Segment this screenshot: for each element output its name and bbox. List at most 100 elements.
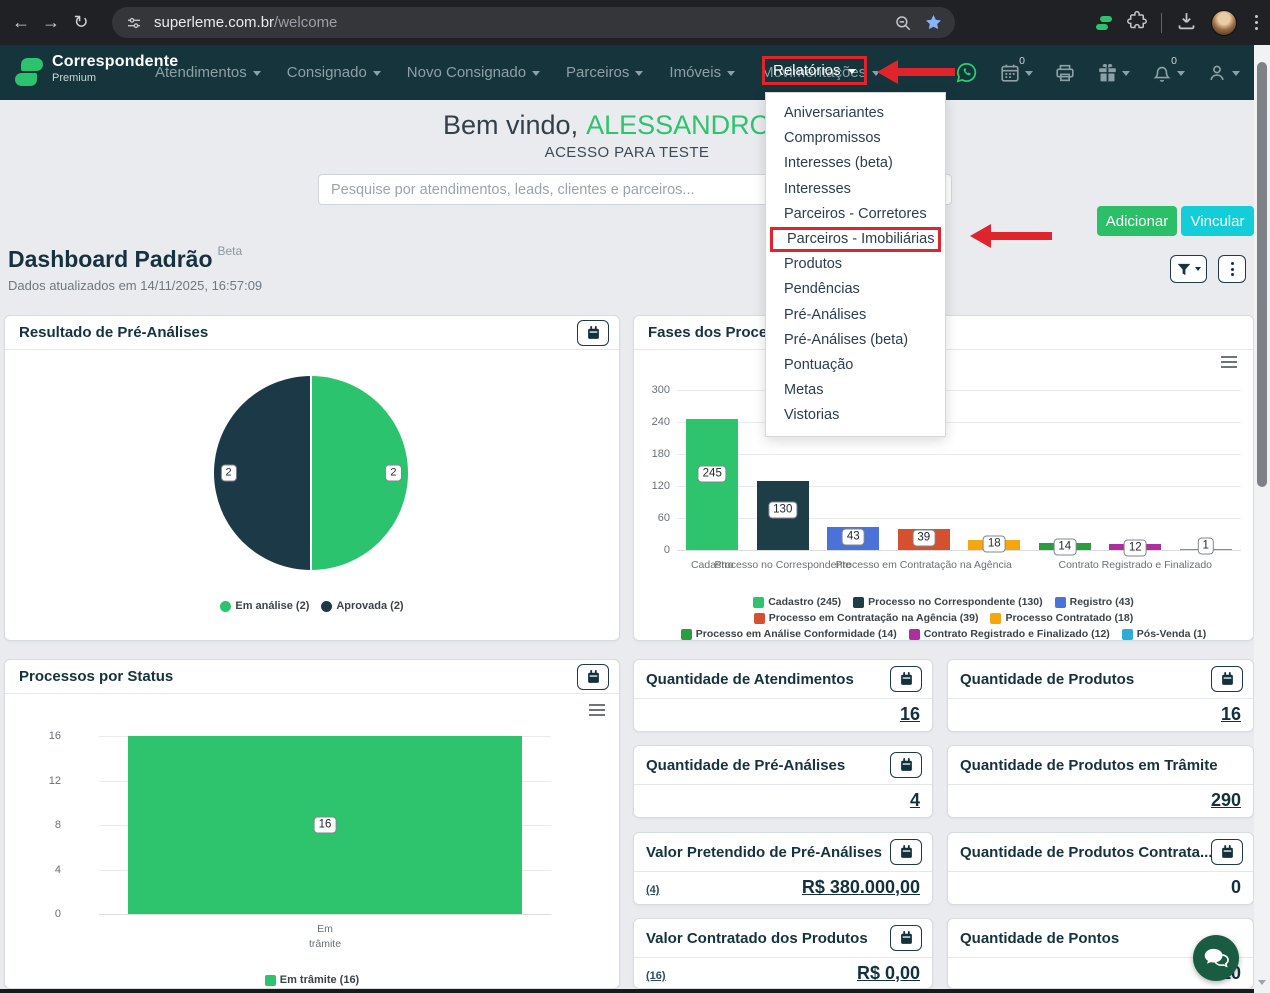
stat-card-title: Quantidade de Produtos	[960, 670, 1135, 688]
pie-slice-label: 2	[385, 464, 402, 482]
menu-item-parceiros-imobiliarias[interactable]: Parceiros - Imobiliárias	[770, 226, 941, 253]
legend-item-aprovada-2[interactable]: Aprovada (2)	[321, 600, 404, 612]
navbar-icons: 0 0	[955, 45, 1240, 100]
nav-item-novo-consignado[interactable]: Novo Consignado	[407, 64, 541, 81]
calendar-filter-button[interactable]	[1211, 839, 1243, 865]
stat-card-title: Quantidade de Produtos em Trâmite	[960, 756, 1218, 774]
legend-item-processo-em-analise-conformidade-14[interactable]: Processo em Análise Conformidade (14)	[680, 628, 897, 640]
calendar-filter-button[interactable]	[890, 925, 922, 951]
card-title: Resultado de Pré-Análises	[19, 324, 209, 341]
bar-value-label: 43	[841, 528, 865, 546]
legend-item-processo-contratado-18[interactable]: Processo Contratado (18)	[990, 612, 1133, 624]
extensions-puzzle-icon[interactable]	[1127, 10, 1147, 35]
legend-item-processo-no-correspondente-130[interactable]: Processo no Correspondente (130)	[853, 596, 1043, 608]
nav-item-parceiros[interactable]: Parceiros	[566, 64, 644, 81]
stat-value[interactable]: R$ 380.000,00	[802, 877, 920, 898]
filter-button[interactable]	[1170, 255, 1207, 283]
y-axis-tick-label: 12	[48, 774, 61, 787]
bell-icon[interactable]: 0	[1151, 55, 1185, 84]
y-axis-tick-label: 300	[651, 384, 670, 396]
dashboard-options-button[interactable]	[1218, 255, 1246, 283]
browser-menu-icon[interactable]	[1251, 11, 1262, 34]
nav-item-relatorios[interactable]: Relatórios	[762, 56, 867, 85]
legend-item-cadastro-245[interactable]: Cadastro (245)	[753, 596, 841, 608]
scrollbar[interactable]	[1254, 45, 1270, 993]
pie-chart[interactable]	[214, 376, 408, 570]
calendar-filter-button[interactable]	[1211, 666, 1243, 692]
stat-value[interactable]: R$ 0,00	[857, 963, 920, 984]
stat-count-link[interactable]: (4)	[646, 884, 659, 896]
nav-item-atendimentos[interactable]: Atendimentos	[155, 64, 261, 81]
legend-item-registro-43[interactable]: Registro (43)	[1054, 596, 1134, 608]
nav-item-consignado[interactable]: Consignado	[287, 64, 381, 81]
browser-forward-button[interactable]: →	[36, 8, 66, 38]
browser-reload-button[interactable]: ↻	[66, 8, 96, 38]
calendar-filter-button[interactable]	[890, 752, 922, 778]
calendar-icon	[587, 669, 599, 683]
stat-value[interactable]: 16	[1221, 704, 1241, 725]
menu-item-pendencias[interactable]: Pendências	[766, 277, 945, 302]
menu-item-produtos[interactable]: Produtos	[766, 252, 945, 277]
browser-back-button[interactable]: ←	[6, 8, 36, 38]
calendar-badge: 0	[1019, 54, 1025, 67]
calendar-icon	[900, 758, 912, 771]
legend-item-processo-em-contratacao-na-agencia-39[interactable]: Processo em Contratação na Agência (39)	[753, 612, 978, 624]
add-button[interactable]: Adicionar	[1097, 206, 1177, 236]
stat-card-title: Quantidade de Produtos Contrata...	[960, 843, 1212, 861]
superleme-logo[interactable]	[14, 56, 44, 88]
browser-profile-avatar[interactable]	[1211, 9, 1237, 36]
zoom-icon[interactable]	[894, 14, 912, 36]
menu-item-compromissos[interactable]: Compromissos	[766, 126, 945, 151]
menu-item-pontuacao[interactable]: Pontuação	[766, 353, 945, 378]
menu-item-metas[interactable]: Metas	[766, 378, 945, 403]
site-settings-icon[interactable]	[126, 15, 142, 31]
chevron-down-icon	[727, 71, 736, 76]
url-bar[interactable]: superleme.com.br/welcome	[112, 7, 955, 38]
stat-value[interactable]: 290	[1211, 790, 1241, 811]
stat-value[interactable]: 4	[910, 790, 920, 811]
gridline	[677, 454, 1241, 455]
bookmark-star-icon[interactable]	[924, 13, 943, 36]
calendar-nav-icon[interactable]: 0	[999, 55, 1033, 84]
menu-item-pre-analises[interactable]: Pré-Análises	[766, 303, 945, 328]
printer-icon[interactable]	[1054, 62, 1076, 84]
calendar-filter-button[interactable]	[890, 839, 922, 865]
menu-item-vistorias[interactable]: Vistorias	[766, 403, 945, 428]
download-icon[interactable]	[1176, 10, 1197, 36]
menu-item-parceiros-corretores[interactable]: Parceiros - Corretores	[766, 202, 945, 227]
nav-item-imoveis[interactable]: Imóveis	[669, 64, 736, 81]
scrollbar-thumb[interactable]	[1257, 62, 1267, 487]
toolbar-divider	[1161, 12, 1162, 33]
stat-count-link[interactable]: (16)	[646, 970, 666, 982]
menu-item-pre-analises-beta[interactable]: Pré-Análises (beta)	[766, 328, 945, 353]
bar-cadastro[interactable]	[686, 419, 739, 550]
calendar-icon	[1221, 672, 1233, 685]
gridline	[677, 422, 1241, 423]
legend-item-em-analise-2[interactable]: Em análise (2)	[220, 600, 309, 612]
menu-item-interesses[interactable]: Interesses	[766, 177, 945, 202]
data-updated-text: Dados atualizados em 14/11/2025, 16:57:0…	[8, 278, 263, 293]
chat-button[interactable]	[1193, 935, 1239, 981]
stat-value[interactable]: 16	[900, 704, 920, 725]
calendar-filter-button[interactable]	[577, 663, 609, 690]
pie-slice-label: 2	[220, 464, 237, 482]
legend-item-pos-venda-1[interactable]: Pós-Venda (1)	[1121, 628, 1206, 640]
chevron-down-icon	[1232, 71, 1240, 76]
superleme-extension-icon[interactable]	[1095, 14, 1113, 32]
chart-menu-icon[interactable]	[589, 704, 605, 719]
whatsapp-icon[interactable]	[955, 61, 978, 84]
legend-item-contrato-registrado-e-finalizado-12[interactable]: Contrato Registrado e Finalizado (12)	[908, 628, 1110, 640]
user-icon[interactable]	[1206, 62, 1240, 84]
legend-item-em-tramite-16[interactable]: Em trâmite (16)	[264, 974, 359, 986]
link-button[interactable]: Vincular	[1181, 206, 1254, 236]
scrollbar-down-arrow[interactable]	[1258, 980, 1266, 985]
calendar-filter-button[interactable]	[890, 666, 922, 692]
bar-value-label: 130	[768, 501, 798, 519]
annotation-arrow-parceiros-imobiliarias	[970, 224, 1052, 248]
calendar-filter-button[interactable]	[577, 319, 609, 346]
chart-menu-icon[interactable]	[1221, 356, 1237, 371]
menu-item-interesses-beta[interactable]: Interesses (beta)	[766, 151, 945, 176]
menu-item-aniversariantes[interactable]: Aniversariantes	[766, 101, 945, 126]
legend-marker	[753, 612, 765, 624]
gift-icon[interactable]	[1097, 62, 1130, 84]
